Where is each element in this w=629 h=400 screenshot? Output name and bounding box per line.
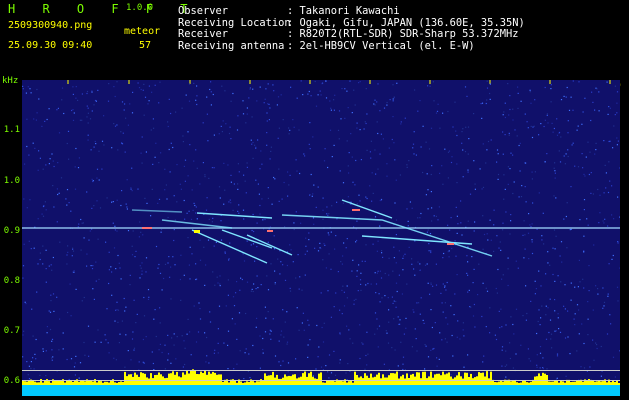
app-title: H R O F F T <box>8 2 198 16</box>
meteor-label: meteor <box>124 26 161 37</box>
info-row-antenna: Receiving antenna: 2el-HB9CV Vertical (e… <box>178 39 525 53</box>
y-tick-label: 0.6 <box>3 376 20 386</box>
info-label: Observer <box>178 5 229 17</box>
app-version: 1.0.0 <box>126 3 154 13</box>
spectrogram-canvas <box>22 80 620 396</box>
y-tick-label: 1.1 <box>3 125 20 135</box>
divider <box>22 370 620 371</box>
y-axis-unit: kHz <box>2 76 19 86</box>
info-label: Receiving antenna <box>178 39 285 52</box>
timestamp: 25.09.30 09:40 <box>8 40 93 51</box>
divider <box>22 380 620 381</box>
signal-base <box>22 385 620 396</box>
y-tick-label: 1.0 <box>3 176 20 186</box>
y-tick-label: 0.8 <box>3 276 20 286</box>
meteor-echoes <box>131 199 493 264</box>
y-tick-label: 0.7 <box>3 326 20 336</box>
spectrogram <box>22 80 620 396</box>
info-value: : R820T2(RTL-SDR) SDR-Sharp 53.372MHz <box>287 28 519 41</box>
hroffft-window: H R O F F T 1.0.0 2509300940.png 25.09.3… <box>0 0 629 400</box>
meteor-count: 57 <box>139 40 152 51</box>
station-info: Observer: Takanori Kawachi Receiving Loc… <box>178 5 525 53</box>
info-value: : Takanori Kawachi <box>287 5 400 17</box>
noise-layer <box>22 80 620 382</box>
info-value: : 2el-HB9CV Vertical (el. E-W) <box>287 39 475 52</box>
info-value: : Ogaki, Gifu, JAPAN (136.60E, 35.35N) <box>287 16 525 29</box>
signal-level-bars <box>22 369 620 385</box>
y-tick-label: 0.9 <box>3 226 20 236</box>
file-name: 2509300940.png <box>8 20 93 31</box>
